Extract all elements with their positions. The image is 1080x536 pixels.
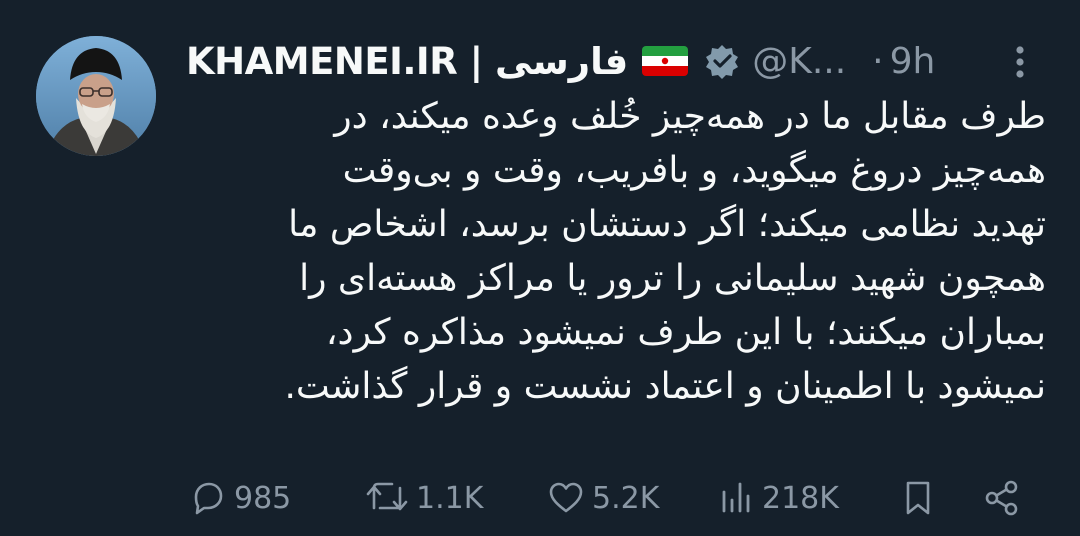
views-count: 218K — [762, 480, 839, 516]
retweet-count: 1.1K — [416, 480, 484, 516]
tweet-card[interactable]: KHAMENEI.IR | فارسی @K... · 9h طرف مقابل… — [0, 0, 1080, 536]
retweet-button[interactable]: 1.1K — [364, 470, 483, 526]
iran-flag-icon — [642, 46, 689, 76]
reply-icon — [194, 482, 223, 515]
reply-button[interactable]: 985 — [188, 470, 291, 526]
more-options-icon[interactable] — [1006, 42, 1034, 82]
separator-dot: · — [872, 40, 884, 82]
action-bar: 985 1.1K 5.2K 218K — [186, 470, 1046, 526]
tweet-text-line: تهدید نظامی میکند؛ اگر دستشان برسد، اشخا… — [288, 204, 1046, 245]
timestamp[interactable]: 9h — [890, 41, 936, 82]
like-button[interactable]: 5.2K — [546, 470, 659, 526]
views-icon — [722, 482, 750, 513]
verified-badge-icon — [704, 43, 740, 79]
tweet-text-line: همچون شهید سلیمانی را ترور یا مراکز هسته… — [299, 258, 1046, 299]
views-button[interactable]: 218K — [716, 470, 839, 526]
bookmark-button[interactable] — [898, 470, 938, 526]
tweet-text-line: همه‌چیز دروغ میگوید، و بافریب، وقت و بی‌… — [342, 150, 1046, 191]
like-count: 5.2K — [592, 480, 660, 516]
tweet-header: KHAMENEI.IR | فارسی @K... · 9h — [186, 36, 1046, 86]
tweet-text-line: بمباران میکنند؛ با این طرف نمیشود مذاکره… — [325, 312, 1046, 353]
tweet-text-line: نمیشود با اطمینان و اعتماد نشست و قرار گ… — [284, 366, 1046, 407]
author-handle[interactable]: @K... — [752, 41, 846, 82]
bookmark-icon — [906, 481, 930, 515]
share-icon — [985, 480, 1018, 516]
reply-count: 985 — [234, 480, 292, 516]
avatar[interactable] — [36, 36, 156, 156]
tweet-text-line: طرف مقابل ما در همه‌چیز خُلف وعده میکند،… — [334, 96, 1046, 137]
heart-icon — [549, 482, 583, 513]
tweet-text: طرف مقابل ما در همه‌چیز خُلف وعده میکند،… — [186, 90, 1046, 414]
retweet-icon — [366, 482, 408, 511]
display-name[interactable]: KHAMENEI.IR | فارسی — [186, 40, 629, 83]
share-button[interactable] — [982, 470, 1022, 526]
